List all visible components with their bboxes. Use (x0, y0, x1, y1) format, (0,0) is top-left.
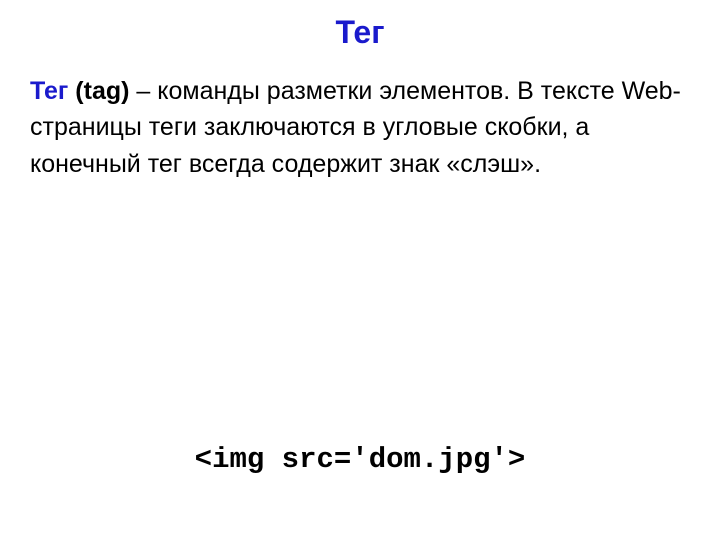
definition-paragraph: Тег (tag) – команды разметки элементов. … (30, 73, 690, 182)
definition-dash: – (136, 77, 157, 105)
code-example: <img src='dom.jpg'> (0, 443, 720, 476)
page-title: Тег (30, 14, 690, 51)
term-highlight: Тег (30, 77, 68, 105)
term-english: (tag) (75, 77, 129, 105)
